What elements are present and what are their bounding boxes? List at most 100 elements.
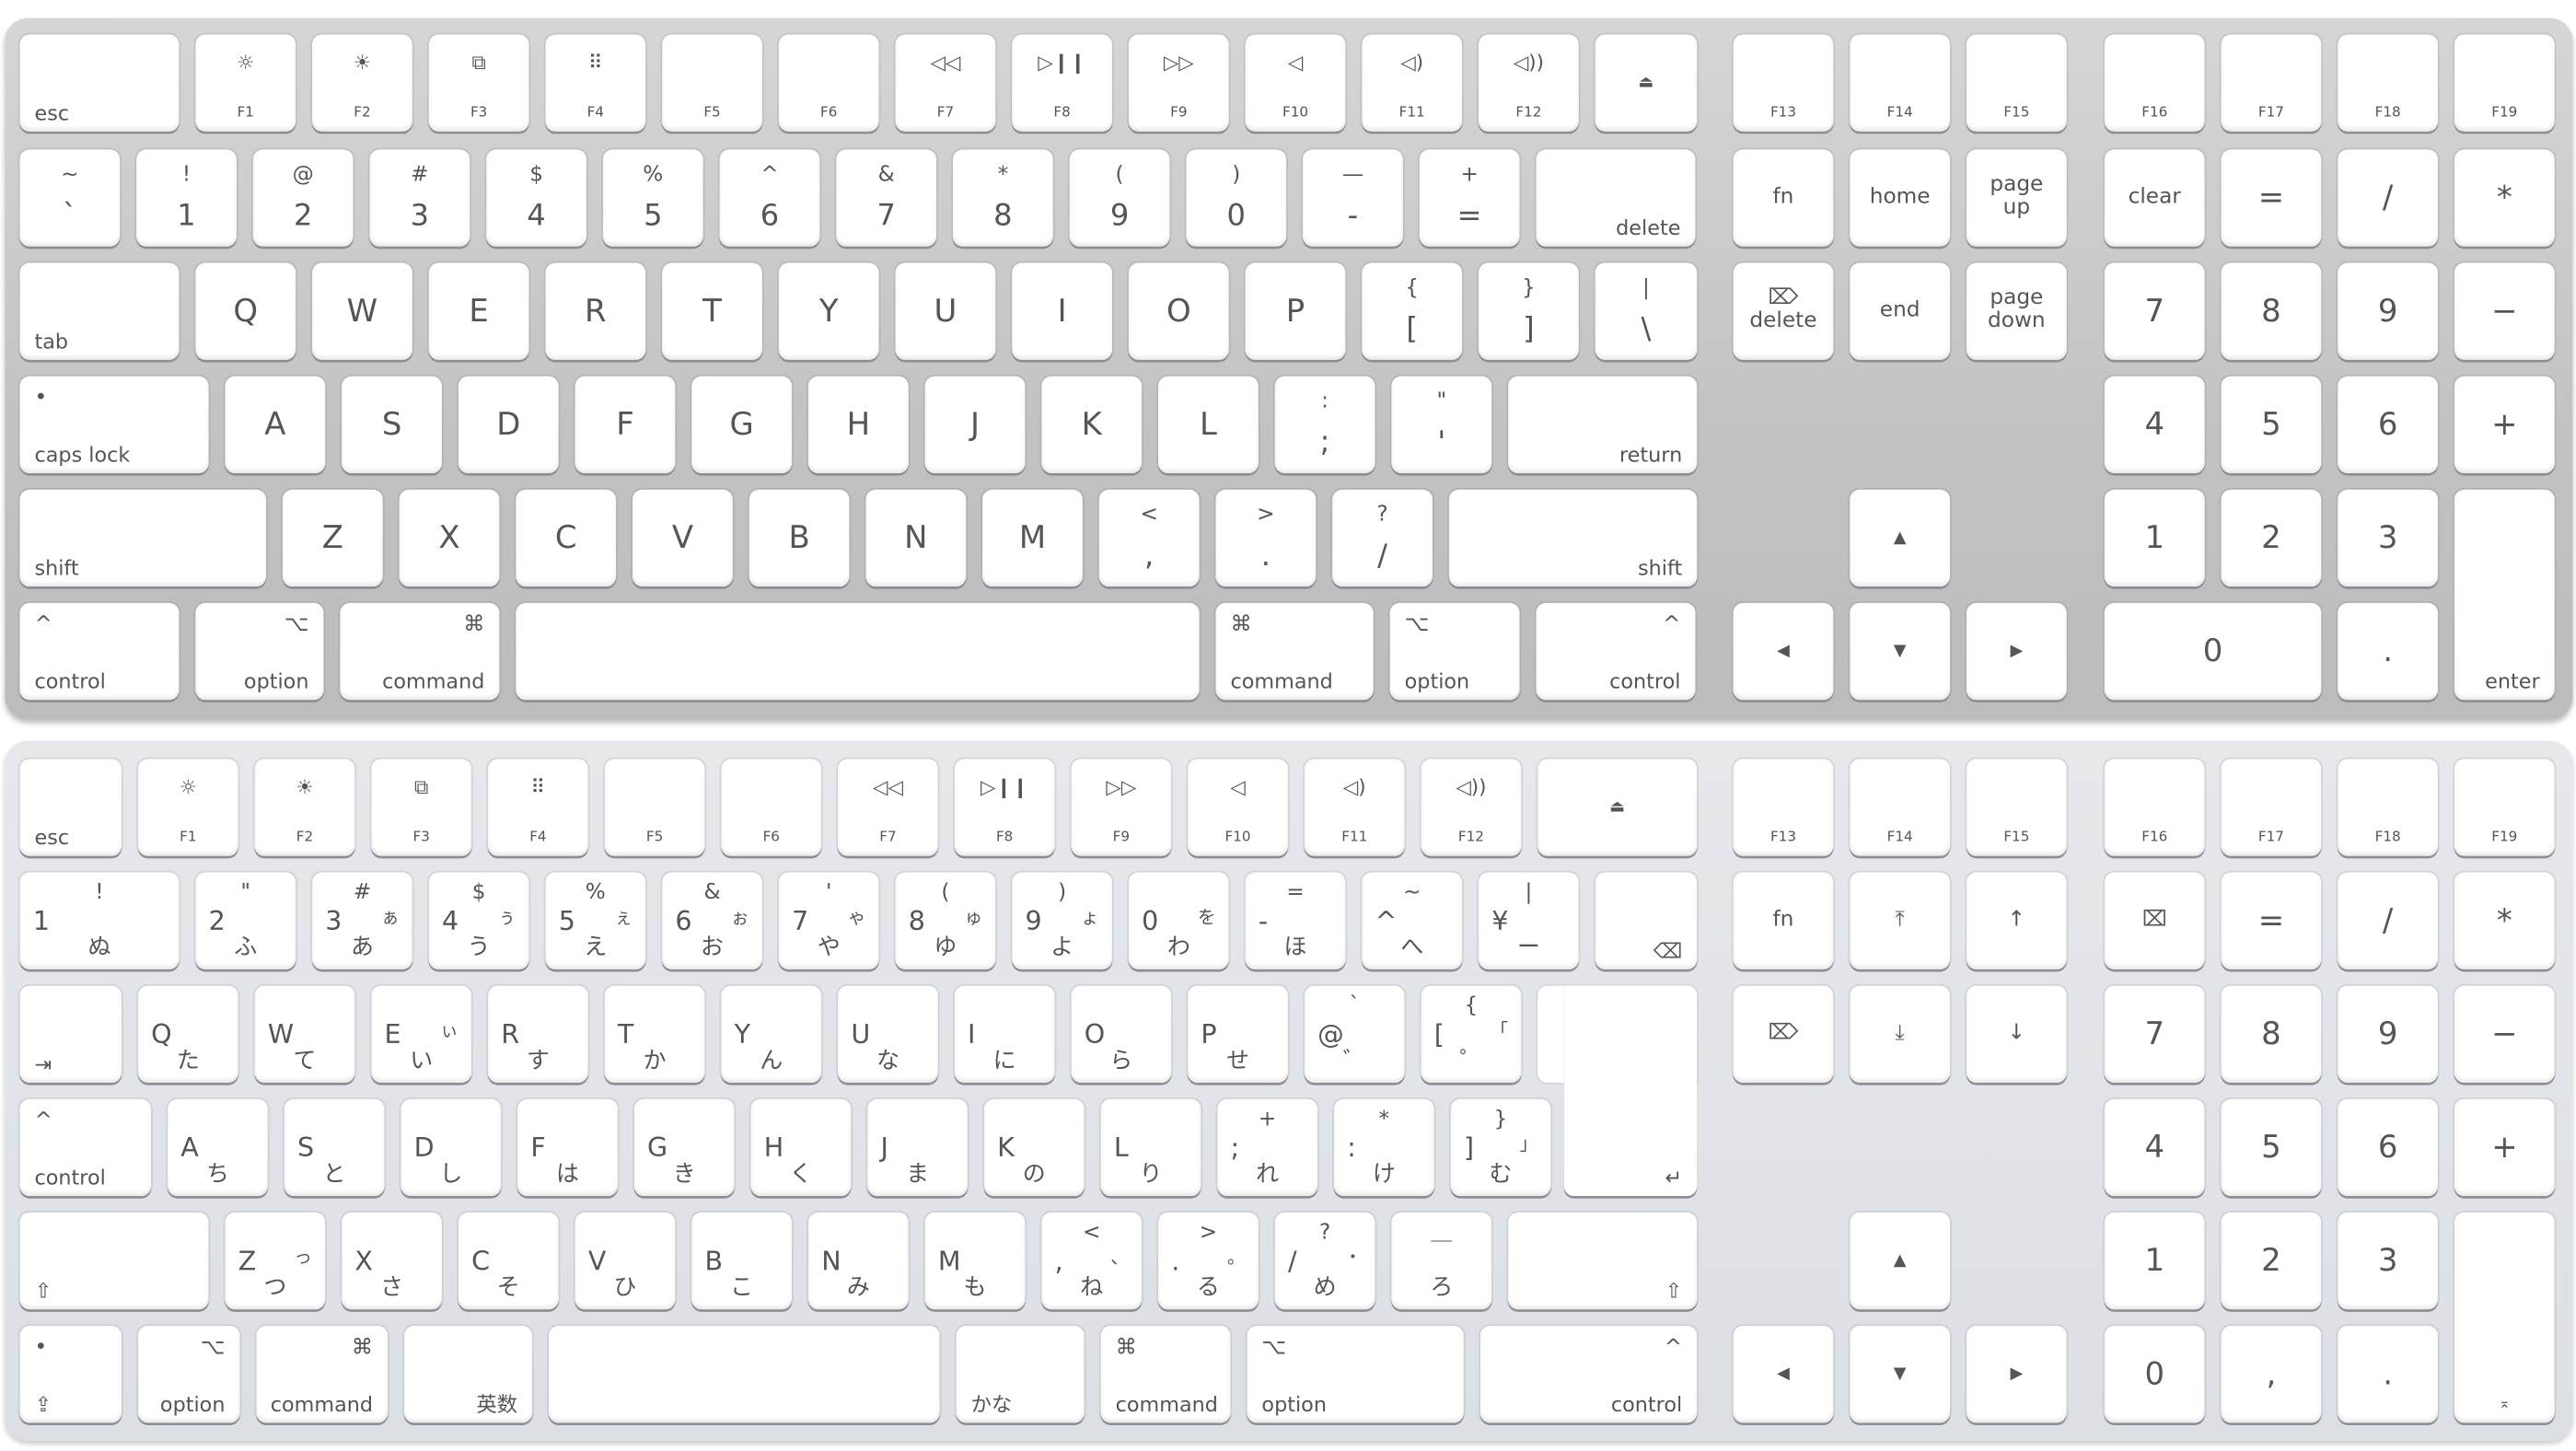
key-space[interactable]: ~ ` (19, 149, 121, 247)
key-2[interactable]: " 2 ふ (195, 872, 296, 969)
key-j[interactable]: J (924, 376, 1026, 473)
key-space[interactable]: }] (1478, 262, 1579, 360)
key-6[interactable]: & 6 ぉお (662, 872, 762, 969)
key-space[interactable]: control ^ (1479, 1326, 1698, 1423)
key-shift[interactable]: shift (1448, 489, 1698, 587)
key-space[interactable]: ⌧ (2104, 872, 2205, 969)
key-fn[interactable]: fn (1733, 149, 1834, 247)
key-f18[interactable]: F18 (2338, 34, 2439, 132)
key-4[interactable]: 4 (2104, 376, 2205, 473)
key-space[interactable]: − (2454, 985, 2555, 1083)
key-0[interactable]: 0 をわ (1128, 872, 1229, 969)
key-space[interactable]: >. 。る (1158, 1212, 1259, 1310)
key-space[interactable]: control ^ (19, 1098, 152, 1197)
key-space[interactable]: command ⌘ (1100, 1326, 1231, 1423)
key-r[interactable]: Rす (487, 985, 588, 1083)
key-space[interactable]: ⌦ (1733, 985, 1834, 1083)
key-enter[interactable]: enter (2454, 489, 2555, 701)
key-5[interactable]: 5 (2221, 376, 2322, 473)
key-space[interactable]: ⇧ (19, 1212, 209, 1310)
key-space[interactable]: = (2221, 872, 2322, 969)
key-f1[interactable]: ☼ F1 (137, 759, 238, 856)
key-b[interactable]: B (748, 489, 850, 587)
key-9[interactable]: 9 (2338, 985, 2439, 1083)
key-9[interactable]: (9 (1069, 149, 1170, 247)
key-space[interactable]: * (2454, 872, 2555, 969)
key-f2[interactable]: ☀ F2 (312, 34, 412, 132)
key-7[interactable]: & 7 (836, 149, 937, 247)
key-space[interactable]: ⌅ (2454, 1212, 2555, 1423)
key-space[interactable]: <, 、ね (1041, 1212, 1143, 1310)
key-f18[interactable]: F18 (2338, 759, 2439, 856)
key-f19[interactable]: F19 (2454, 34, 2555, 132)
key-f17[interactable]: F17 (2221, 759, 2322, 856)
key-return[interactable]: ↵ (1563, 985, 1698, 1197)
key-f[interactable]: Fは (517, 1098, 618, 1197)
key-7[interactable]: 7 (2104, 262, 2205, 360)
key-1[interactable]: ! 1 (136, 149, 237, 247)
key-space[interactable]: ↑ (1966, 872, 2067, 969)
key-g[interactable]: G (691, 376, 793, 473)
key-k[interactable]: Kの (983, 1098, 1085, 1197)
key-f[interactable]: F (574, 376, 676, 473)
key-space[interactable]: . (2338, 602, 2439, 701)
key-space[interactable]: {[「゜ (1421, 985, 1522, 1083)
key-3[interactable]: #3 (369, 149, 470, 247)
key-space[interactable]: control ^ (19, 602, 180, 701)
key-i[interactable]: Iに (954, 985, 1055, 1083)
key-f19[interactable]: F19 (2454, 759, 2555, 856)
key-space[interactable]: ⏏ (1537, 759, 1698, 856)
key-6[interactable]: ^ 6 (719, 149, 820, 247)
key-1[interactable]: ! 1 ぬ (19, 872, 180, 969)
key-r[interactable]: R (545, 262, 646, 360)
key-4[interactable]: $4 (486, 149, 587, 247)
key-x[interactable]: Xさ (342, 1212, 443, 1310)
key-1[interactable]: 1 (2104, 1212, 2205, 1310)
key-f13[interactable]: F13 (1733, 759, 1834, 856)
key-space[interactable]: ⇥ (19, 985, 122, 1083)
key-space[interactable]: ↓ (1966, 985, 2067, 1083)
key-space[interactable]: <, (1098, 489, 1200, 587)
key-space[interactable]: − (2454, 262, 2555, 360)
key-space[interactable]: ⌦ delete (1733, 262, 1834, 360)
key-f10[interactable]: ◁ F10 (1188, 759, 1288, 856)
key-g[interactable]: Gき (633, 1098, 735, 1197)
key-l[interactable]: L (1158, 376, 1259, 473)
key-8[interactable]: * 8 (952, 149, 1053, 247)
key-w[interactable]: W (312, 262, 412, 360)
key-z[interactable]: Z っつ (225, 1212, 326, 1310)
key-0[interactable]: 0 (2104, 602, 2322, 701)
key-space[interactable] (548, 1326, 940, 1423)
key-space[interactable]: option ⌥ (1389, 602, 1520, 701)
key-f1[interactable]: ☼ F1 (195, 34, 296, 132)
key-space[interactable]: * (2454, 149, 2555, 247)
key-f3[interactable]: ⧉ F3 (428, 34, 529, 132)
key-k[interactable]: K (1041, 376, 1143, 473)
key-space[interactable]: + = (1419, 149, 1520, 247)
key-h[interactable]: Hく (750, 1098, 852, 1197)
key-n[interactable]: N (865, 489, 967, 587)
key-space[interactable]: ? / (1332, 489, 1433, 587)
key-space[interactable]: + (2454, 1098, 2555, 1197)
key-esc[interactable]: esc (19, 34, 180, 132)
key-m[interactable]: Mも (924, 1212, 1026, 1310)
key-space[interactable]: ⤓ (1850, 985, 1951, 1083)
key-space[interactable]: ~ ^ へ (1362, 872, 1463, 969)
key-space[interactable]: ◀ (1733, 602, 1834, 701)
key-space[interactable]: ▶ (1966, 602, 2067, 701)
key-space[interactable]: +; れ (1217, 1098, 1318, 1197)
key-6[interactable]: 6 (2338, 376, 2439, 473)
key-5[interactable]: % 5 (602, 149, 703, 247)
key-space[interactable]: / (2338, 149, 2439, 247)
key-4[interactable]: $4 ぅう (428, 872, 529, 969)
key-space[interactable]: page up (1966, 149, 2067, 247)
key-2[interactable]: 2 (2221, 1212, 2322, 1310)
key-x[interactable]: X (399, 489, 500, 587)
key-3[interactable]: #3 ぁあ (312, 872, 412, 969)
key-space[interactable]: — - (1303, 149, 1403, 247)
key-space[interactable]: control ^ (1536, 602, 1696, 701)
key-f13[interactable]: F13 (1733, 34, 1834, 132)
key-f10[interactable]: ◁ F10 (1245, 34, 1346, 132)
key-3[interactable]: 3 (2338, 489, 2439, 587)
key-u[interactable]: Uな (838, 985, 938, 1083)
